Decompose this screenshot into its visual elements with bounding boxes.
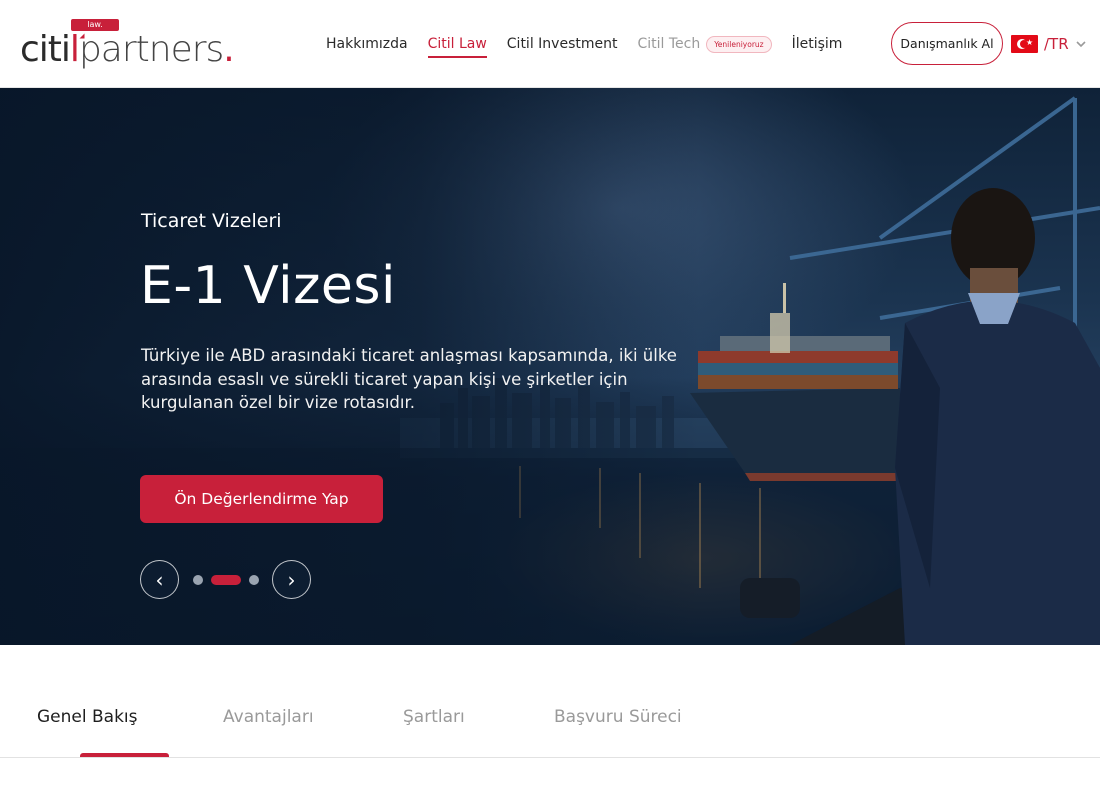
chevron-right-icon: › <box>287 567 296 592</box>
logo-separator: l <box>69 29 80 70</box>
citil-partners-logo[interactable]: law. citilpartners. <box>20 18 250 74</box>
logo-dot: . <box>223 29 234 70</box>
nav-iletisim[interactable]: İletişim <box>792 33 843 55</box>
tab-sartlari[interactable]: Şartları <box>403 707 465 727</box>
main-nav: Hakkımızda Citil Law Citil Investment Ci… <box>326 33 862 58</box>
slider-dot-1[interactable] <box>193 575 203 585</box>
content-tabs: Genel Bakış Avantajları Şartları Başvuru… <box>0 645 1100 800</box>
logo-brand-part2: partners <box>78 29 224 70</box>
site-header: law. citilpartners. Hakkımızda Citil Law… <box>0 0 1100 88</box>
chevron-down-icon <box>1075 38 1087 50</box>
hero-eyebrow: Ticaret Vizeleri <box>141 210 282 232</box>
consultation-button[interactable]: Danışmanlık Al <box>891 22 1003 65</box>
slider-prev-button[interactable]: ‹ <box>140 560 179 599</box>
hero-title: E-1 Vizesi <box>140 256 396 316</box>
nav-hakkimizda[interactable]: Hakkımızda <box>326 33 408 55</box>
turkey-flag-icon: ★ <box>1011 35 1038 53</box>
language-code: /TR <box>1044 35 1069 53</box>
pre-assessment-button[interactable]: Ön Değerlendirme Yap <box>140 475 383 523</box>
tab-divider <box>0 757 1100 758</box>
hero-banner: Ticaret Vizeleri E-1 Vizesi Türkiye ile … <box>0 88 1100 645</box>
nav-citil-law[interactable]: Citil Law <box>427 33 488 58</box>
logo-wordmark: citilpartners. <box>20 28 235 72</box>
tab-avantajlari[interactable]: Avantajları <box>223 707 314 727</box>
chevron-left-icon: ‹ <box>155 567 164 592</box>
tab-basvuru-sureci[interactable]: Başvuru Süreci <box>554 707 682 727</box>
language-selector[interactable]: ★ /TR <box>1011 33 1087 55</box>
slider-dot-3[interactable] <box>249 575 259 585</box>
hero-description: Türkiye ile ABD arasındaki ticaret anlaş… <box>141 346 677 412</box>
slider-next-button[interactable]: › <box>272 560 311 599</box>
businessman-figure <box>895 188 1100 645</box>
slider-dot-2-active[interactable] <box>211 575 241 585</box>
logo-brand-part1: citi <box>20 29 71 70</box>
tab-genel-bakis[interactable]: Genel Bakış <box>37 707 138 727</box>
nav-citil-tech[interactable]: Citil Tech <box>637 33 700 55</box>
nav-citil-investment[interactable]: Citil Investment <box>507 33 618 55</box>
renewing-badge: Yenileniyoruz <box>706 35 772 53</box>
